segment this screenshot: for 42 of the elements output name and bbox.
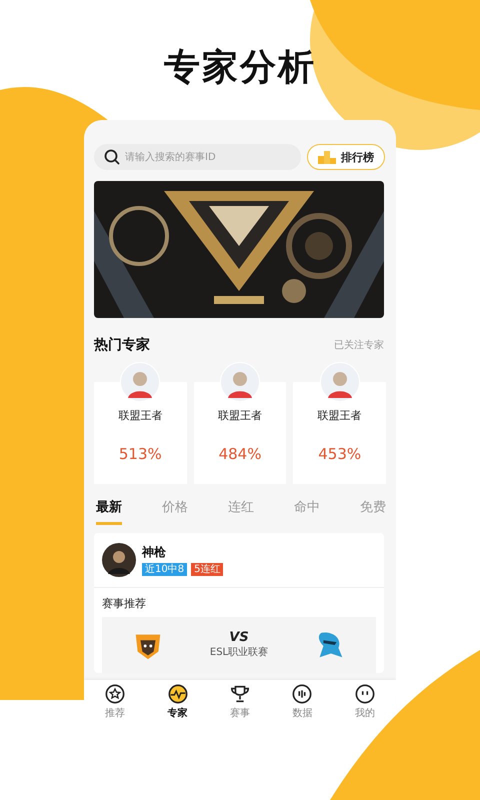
return-rate: 453% xyxy=(318,445,362,463)
ranking-button[interactable]: 排行榜 xyxy=(307,144,385,170)
nav-item[interactable]: 我的 xyxy=(354,684,375,720)
return-rate: 484% xyxy=(218,445,262,463)
nav-item[interactable]: 数据 xyxy=(292,684,312,720)
nav-item[interactable]: 专家 xyxy=(168,684,188,720)
tab[interactable]: 价格 xyxy=(162,498,188,525)
search-icon xyxy=(104,149,120,165)
avatar-icon xyxy=(320,362,360,402)
tab[interactable]: 最新 xyxy=(96,498,122,525)
avatar-icon xyxy=(120,362,160,402)
tab[interactable]: 免费 xyxy=(360,498,386,525)
versus-label: VS xyxy=(229,631,249,645)
chart-icon xyxy=(292,684,312,704)
search-field[interactable]: 请输入搜索的赛事ID xyxy=(94,144,301,170)
record-tag: 近10中8 xyxy=(142,563,188,576)
expert-name: 联盟王者 xyxy=(118,408,162,423)
nav-item[interactable]: 推荐 xyxy=(105,684,126,720)
expert-name: 联盟王者 xyxy=(218,408,262,423)
page-title: 专家分析 xyxy=(163,46,317,90)
match-card[interactable]: VS ESL职业联赛 xyxy=(102,617,376,673)
pulse-icon xyxy=(168,684,188,704)
league-name: ESL职业联赛 xyxy=(210,646,268,659)
podium-icon xyxy=(318,150,336,164)
followed-experts-link[interactable]: 已关注专家 xyxy=(334,338,384,352)
avatar-icon xyxy=(220,362,260,402)
nav-item[interactable]: 赛事 xyxy=(230,684,250,720)
expert-name: 联盟王者 xyxy=(318,408,362,423)
tab[interactable]: 连红 xyxy=(228,498,254,525)
face-icon xyxy=(354,684,375,704)
avatar-icon xyxy=(102,543,136,577)
section-title: 赛事推荐 xyxy=(102,596,147,611)
trophy-icon xyxy=(230,684,250,704)
record-tag: 5连红 xyxy=(191,563,224,576)
section-title: 热门专家 xyxy=(94,336,150,354)
expert-card[interactable]: 联盟王者 513% xyxy=(94,362,187,484)
tab[interactable]: 命中 xyxy=(294,498,320,525)
expert-post-card[interactable]: 神枪 近10中8 5连红 赛事推荐 VS ESL职业联赛 xyxy=(94,533,384,673)
expert-card[interactable]: 联盟王者 453% xyxy=(293,362,386,484)
return-rate: 513% xyxy=(118,445,162,463)
expert-name: 神枪 xyxy=(142,544,167,561)
expert-card[interactable]: 联盟王者 484% xyxy=(194,362,286,484)
